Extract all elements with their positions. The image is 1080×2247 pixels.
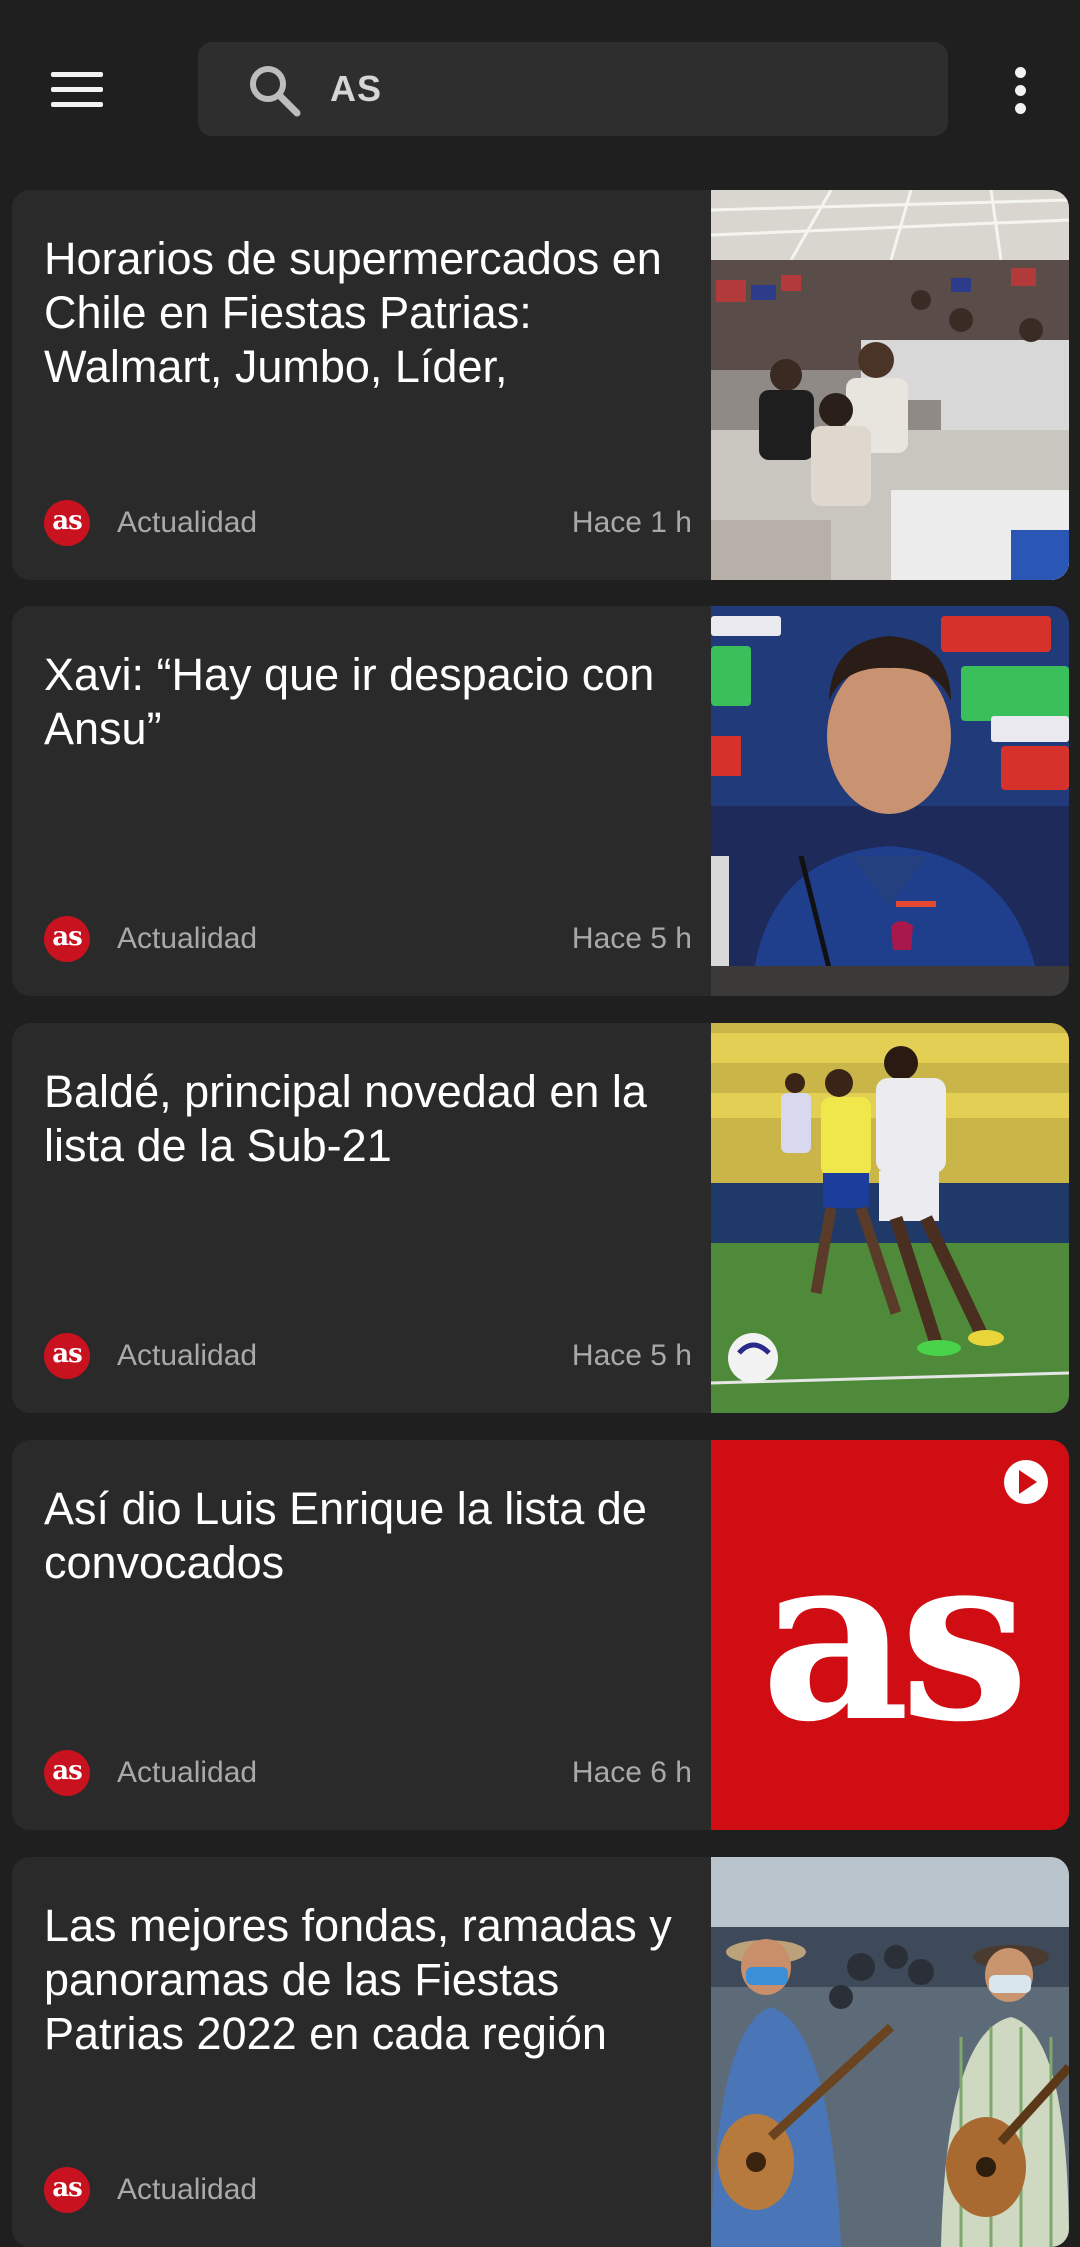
article-title[interactable]: Las mejores fondas, ramadas y panoramas … <box>44 1899 694 2061</box>
source-logo: as <box>44 916 90 962</box>
source-logo: as <box>44 2167 90 2213</box>
search-icon <box>250 66 301 117</box>
source-logo: as <box>44 500 90 546</box>
source-name: Actualidad <box>117 506 258 539</box>
article-thumbnail[interactable]: as <box>711 1440 1069 1830</box>
football-match-image <box>711 1023 1069 1413</box>
article-thumbnail[interactable] <box>711 1023 1069 1413</box>
article-meta: as Actualidad Hace 5 h <box>44 916 692 962</box>
menu-icon[interactable] <box>38 56 116 122</box>
article-thumbnail[interactable] <box>711 1857 1069 2247</box>
article-meta: as Actualidad Hace 1 h <box>44 500 692 546</box>
article-card[interactable]: Las mejores fondas, ramadas y panoramas … <box>12 1857 1069 2247</box>
article-time: Hace 5 h <box>571 922 692 955</box>
supermarket-checkout-image <box>711 190 1069 580</box>
as-logo: as <box>761 1503 1021 1773</box>
article-time: Hace 1 h <box>571 506 692 539</box>
article-meta: as Actualidad Hace 6 h <box>44 1750 692 1796</box>
article-meta: as Actualidad <box>44 2167 692 2213</box>
article-card[interactable]: Así dio Luis Enrique la lista de convoca… <box>12 1440 1069 1830</box>
source-name: Actualidad <box>117 1339 258 1372</box>
article-meta: as Actualidad Hace 5 h <box>44 1333 692 1379</box>
press-conference-image <box>711 606 1069 996</box>
article-title[interactable]: Baldé, principal novedad en la lista de … <box>44 1065 694 1173</box>
source-name: Actualidad <box>117 922 258 955</box>
more-options-icon[interactable] <box>1000 60 1040 120</box>
article-time: Hace 6 h <box>571 1756 692 1789</box>
source-name: Actualidad <box>117 2173 258 2206</box>
article-thumbnail[interactable] <box>711 606 1069 996</box>
article-time: Hace 5 h <box>571 1339 692 1372</box>
article-title[interactable]: Xavi: “Hay que ir despacio con Ansu” <box>44 648 694 756</box>
article-title[interactable]: Así dio Luis Enrique la lista de convoca… <box>44 1482 694 1590</box>
article-card[interactable]: Baldé, principal novedad en la lista de … <box>12 1023 1069 1413</box>
article-title[interactable]: Horarios de supermercados en Chile en Fi… <box>44 232 694 394</box>
top-app-bar: AS <box>0 0 1080 178</box>
fiesta-musicians-image <box>711 1857 1069 2247</box>
source-logo: as <box>44 1750 90 1796</box>
article-thumbnail[interactable] <box>711 190 1069 580</box>
article-card[interactable]: Horarios de supermercados en Chile en Fi… <box>12 190 1069 580</box>
as-logo-video-thumbnail: as <box>711 1440 1069 1830</box>
source-name: Actualidad <box>117 1756 258 1789</box>
article-card[interactable]: Xavi: “Hay que ir despacio con Ansu” as … <box>12 606 1069 996</box>
search-bar[interactable]: AS <box>198 42 948 136</box>
search-query[interactable]: AS <box>330 42 382 136</box>
play-circle-icon[interactable] <box>1004 1460 1048 1504</box>
source-logo: as <box>44 1333 90 1379</box>
